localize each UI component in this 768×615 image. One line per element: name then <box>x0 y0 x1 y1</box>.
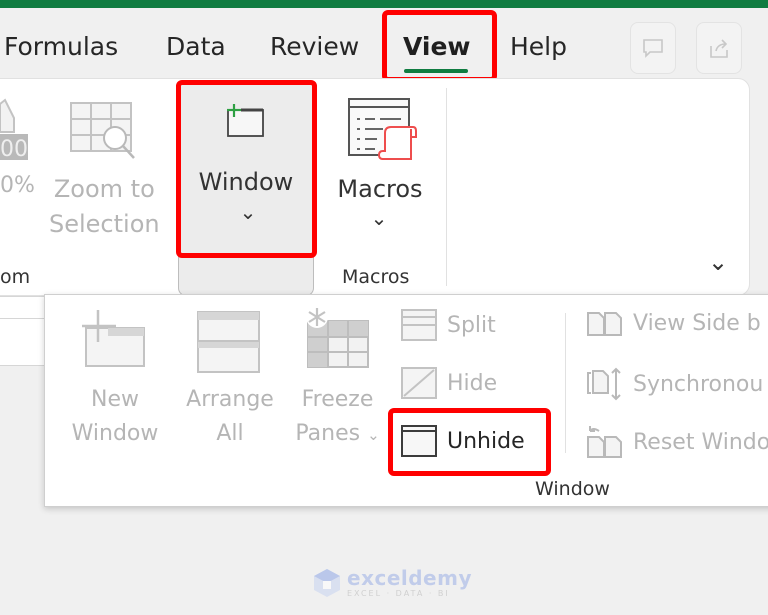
zoom-100-label[interactable]: 0% <box>0 173 35 198</box>
arrange-all-label: Arrange All <box>175 383 285 451</box>
share-button[interactable] <box>696 22 742 74</box>
new-window-line2: Window <box>71 421 159 446</box>
unhide-button[interactable]: Unhide <box>401 425 525 457</box>
view-side-by-side-button[interactable]: View Side b <box>587 309 761 337</box>
zoom-to-selection-line1: Zoom to <box>53 175 155 203</box>
active-tab-indicator <box>404 69 468 73</box>
zoom-100-icon-text: 00 <box>0 137 28 162</box>
group-separator <box>446 88 447 286</box>
popup-separator <box>565 313 566 453</box>
window-group-label: Window <box>535 478 610 500</box>
hide-button[interactable]: Hide <box>401 367 497 399</box>
tab-formulas[interactable]: Formulas <box>4 32 118 62</box>
title-bar <box>0 0 768 8</box>
freeze-panes-button[interactable]: Freeze Panes ⌄ <box>285 295 390 465</box>
reset-window-position-label: Reset Windo <box>633 429 768 455</box>
macros-button[interactable]: Macros <box>330 175 430 203</box>
freeze-panes-icon <box>306 306 369 368</box>
freeze-panes-chevron-icon: ⌄ <box>367 426 380 444</box>
tab-help[interactable]: Help <box>510 32 567 62</box>
window-dropdown-button[interactable]: Window ⌄ <box>180 84 314 256</box>
zoom-to-selection-icon <box>70 102 135 159</box>
macros-group-label: Macros <box>342 266 410 288</box>
new-window-label: New Window <box>45 383 185 451</box>
watermark-name: exceldemy <box>347 566 472 590</box>
split-button[interactable]: Split <box>401 309 496 341</box>
reset-window-position-button[interactable]: Reset Windo <box>587 425 768 459</box>
unhide-icon <box>401 425 437 457</box>
comment-icon <box>643 39 663 58</box>
new-window-line1: New <box>91 387 139 412</box>
share-icon <box>710 39 728 58</box>
chevron-down-icon: ⌄ <box>239 200 257 224</box>
tab-data[interactable]: Data <box>166 32 226 62</box>
macros-chevron-icon[interactable]: ⌄ <box>369 206 389 230</box>
arrange-all-line1: Arrange <box>186 387 274 412</box>
macros-icon <box>348 98 417 160</box>
zoom-group-label: om <box>0 266 31 288</box>
arrange-all-button[interactable]: Arrange All <box>175 295 285 465</box>
zoom-to-selection-line2: Selection <box>49 210 160 238</box>
reset-window-position-icon <box>587 426 622 458</box>
freeze-panes-label: Freeze Panes ⌄ <box>285 383 390 452</box>
collapse-ribbon-chevron-icon[interactable]: ⌄ <box>706 248 730 276</box>
freeze-panes-line2: Panes <box>295 421 361 446</box>
new-window-icon <box>227 104 264 137</box>
zoom-to-selection-button[interactable]: Zoom to Selection <box>49 172 160 242</box>
hide-label: Hide <box>447 370 498 396</box>
watermark-tagline: EXCEL · DATA · BI <box>347 589 450 598</box>
view-side-by-side-icon <box>587 312 622 336</box>
window-group-popup: New Window Arrange All Freeze Panes ⌄ Sp… <box>44 294 768 507</box>
view-side-by-side-label: View Side b <box>633 310 761 336</box>
arrange-all-line2: All <box>216 421 244 446</box>
excel-window: Formulas Data Review View Help 00 0% Zoo… <box>0 0 768 615</box>
split-label: Split <box>447 312 496 338</box>
synchronous-scrolling-button[interactable]: Synchronou <box>587 367 763 401</box>
window-button-label: Window <box>198 168 294 196</box>
ribbon-tab-bar: Formulas Data Review View Help <box>0 8 768 78</box>
watermark: exceldemy EXCEL · DATA · BI <box>313 567 472 599</box>
synchronous-scrolling-icon <box>587 367 621 401</box>
tab-review[interactable]: Review <box>270 32 359 62</box>
freeze-panes-line1: Freeze <box>301 387 374 412</box>
arrange-all-icon <box>197 311 260 373</box>
comments-button[interactable] <box>630 22 676 74</box>
hide-icon <box>401 367 437 399</box>
new-window-large-icon <box>82 310 145 367</box>
synchronous-scrolling-label: Synchronou <box>633 371 764 397</box>
tab-view[interactable]: View <box>403 32 471 62</box>
unhide-label: Unhide <box>447 428 525 454</box>
new-window-button[interactable]: New Window <box>45 295 185 465</box>
exceldemy-logo-icon <box>314 569 340 597</box>
split-icon <box>401 309 437 341</box>
window-button-base <box>178 250 314 296</box>
